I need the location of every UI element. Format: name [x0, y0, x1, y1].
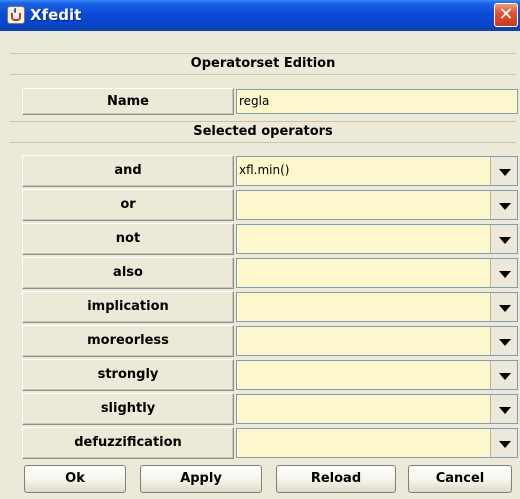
operator-select-defuzzification[interactable]	[236, 428, 518, 458]
chevron-down-icon	[499, 203, 511, 210]
name-label-button[interactable]: Name	[22, 88, 234, 115]
apply-button[interactable]: Apply	[140, 465, 262, 493]
chevron-down-icon	[499, 271, 511, 278]
close-button[interactable]: ✕	[494, 3, 518, 27]
dropdown-arrow-button[interactable]	[490, 225, 517, 253]
operator-label-moreorless[interactable]: moreorless	[22, 325, 234, 357]
chevron-down-icon	[499, 407, 511, 414]
operator-select-not[interactable]	[236, 224, 518, 254]
reload-button[interactable]: Reload	[276, 465, 396, 493]
operatorset-edition-header: Operatorset Edition	[10, 53, 516, 75]
operator-label-and[interactable]: and	[22, 155, 234, 187]
operator-label-slightly[interactable]: slightly	[22, 393, 234, 425]
operator-select-and[interactable]: xfl.min()	[236, 156, 518, 186]
java-cup-icon	[7, 6, 25, 24]
window-title: Xfedit	[30, 6, 82, 24]
dropdown-arrow-button[interactable]	[490, 293, 517, 321]
operator-label-defuzzification[interactable]: defuzzification	[22, 427, 234, 459]
dropdown-arrow-button[interactable]	[490, 259, 517, 287]
title-bar[interactable]: Xfedit ✕	[0, 0, 520, 31]
operator-label-implication[interactable]: implication	[22, 291, 234, 323]
operator-select-moreorless[interactable]	[236, 326, 518, 356]
xfedit-window: Xfedit ✕ Operatorset Edition Name regla …	[0, 0, 520, 499]
chevron-down-icon	[499, 339, 511, 346]
chevron-down-icon	[499, 237, 511, 244]
chevron-down-icon	[499, 305, 511, 312]
operator-label-or[interactable]: or	[22, 189, 234, 221]
dropdown-arrow-button[interactable]	[490, 395, 517, 423]
name-input[interactable]: regla	[236, 89, 518, 114]
dropdown-arrow-button[interactable]	[490, 157, 517, 185]
chevron-down-icon	[499, 169, 511, 176]
cancel-button[interactable]: Cancel	[408, 465, 512, 493]
operator-label-strongly[interactable]: strongly	[22, 359, 234, 391]
operator-select-also[interactable]	[236, 258, 518, 288]
dropdown-arrow-button[interactable]	[490, 191, 517, 219]
operator-select-strongly[interactable]	[236, 360, 518, 390]
chevron-down-icon	[499, 441, 511, 448]
operator-select-slightly[interactable]	[236, 394, 518, 424]
operator-select-implication[interactable]	[236, 292, 518, 322]
dropdown-arrow-button[interactable]	[490, 429, 517, 457]
selected-operators-header: Selected operators	[10, 121, 516, 143]
operator-label-not[interactable]: not	[22, 223, 234, 255]
dropdown-arrow-button[interactable]	[490, 361, 517, 389]
operator-label-also[interactable]: also	[22, 257, 234, 289]
dropdown-arrow-button[interactable]	[490, 327, 517, 355]
operator-value: xfl.min()	[239, 163, 290, 177]
chevron-down-icon	[499, 373, 511, 380]
operator-select-or[interactable]	[236, 190, 518, 220]
ok-button[interactable]: Ok	[24, 465, 126, 493]
